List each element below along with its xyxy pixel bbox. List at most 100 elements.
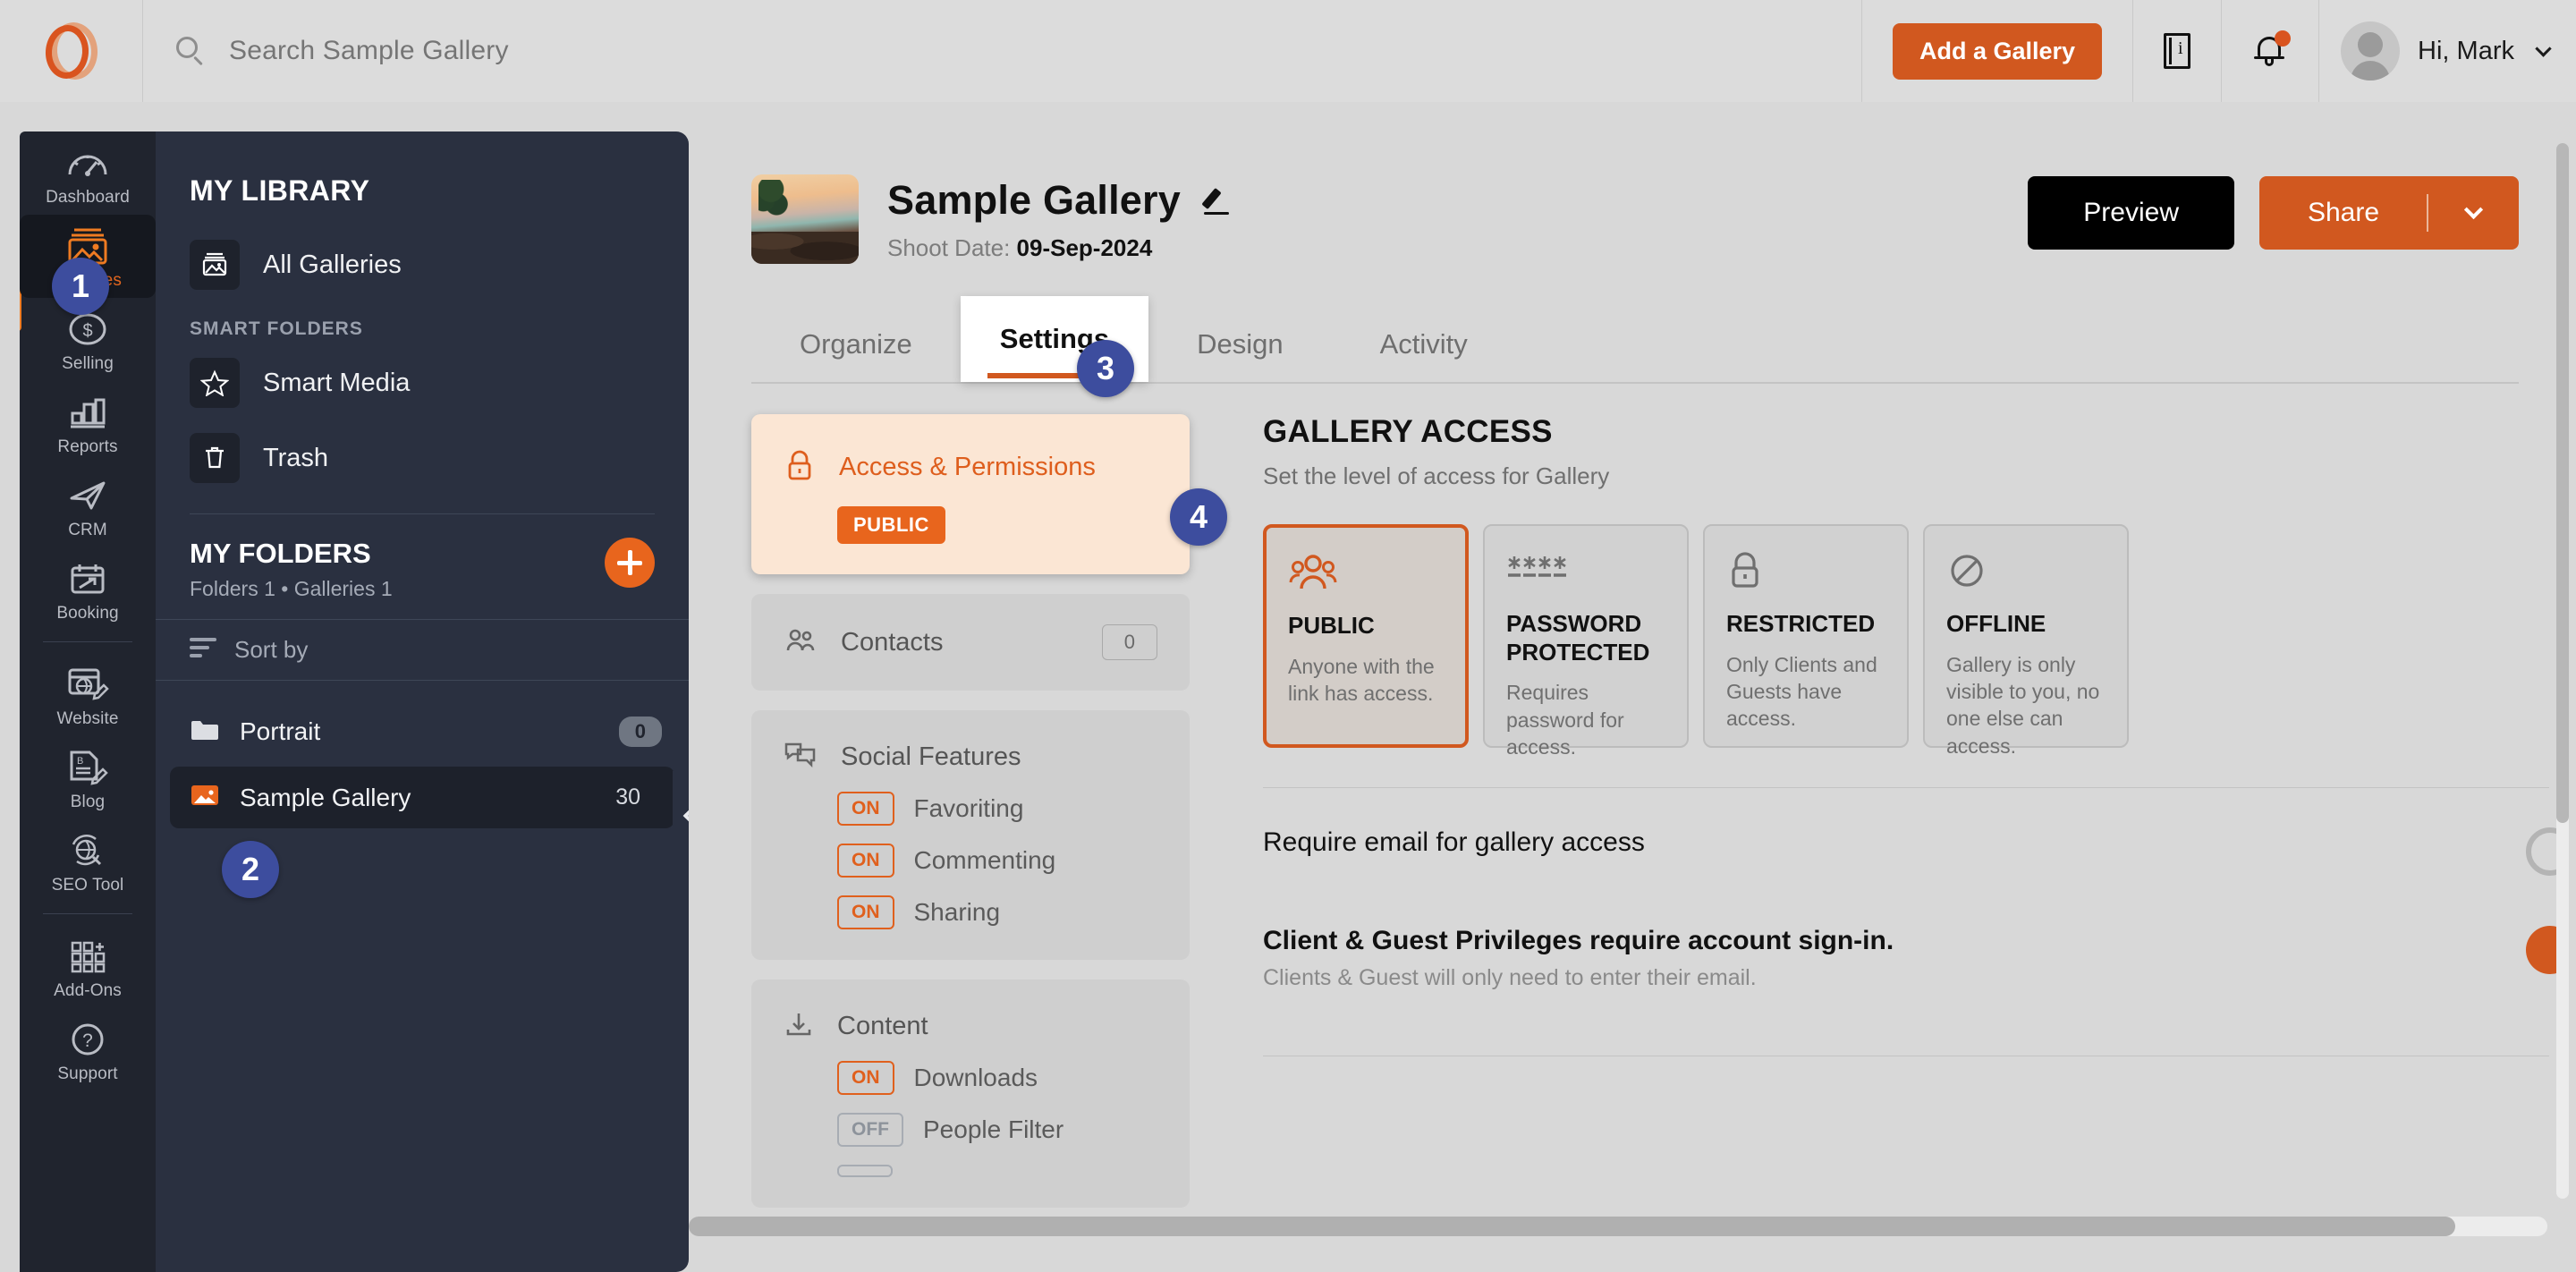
brand-logo[interactable] [0, 0, 143, 102]
library-item-smart-media[interactable]: Smart Media [156, 345, 689, 420]
blog-edit-icon: B [20, 745, 156, 790]
sidebar-item-label: Dashboard [46, 188, 130, 207]
access-card-name: PASSWORD PROTECTED [1506, 610, 1650, 666]
folder-row-portrait[interactable]: Portrait 0 [156, 700, 689, 763]
main-content: Sample Gallery Shoot Date: 09-Sep-2024 P… [689, 131, 2558, 1241]
access-card-restricted[interactable]: RESTRICTED Only Clients and Guests have … [1703, 524, 1909, 748]
book-guide-icon [2164, 33, 2191, 69]
calendar-arrow-icon [20, 556, 156, 601]
share-dropdown-toggle[interactable] [2428, 199, 2518, 223]
vertical-scrollbar[interactable] [2556, 143, 2569, 1199]
toggle-state[interactable]: ON [837, 844, 894, 878]
toggle-state[interactable]: ON [837, 1061, 894, 1095]
gallery-cover-thumbnail [751, 174, 859, 264]
sidebar-item-website[interactable]: Website [20, 653, 156, 736]
grid-plus-icon [20, 934, 156, 979]
library-item-label: Trash [263, 443, 329, 472]
settings-item-access-permissions[interactable]: Access & Permissions PUBLIC [751, 414, 1190, 574]
sidebar-item-booking[interactable]: Booking [20, 547, 156, 631]
sidebar-item-label: Blog [70, 793, 106, 811]
settings-item-content[interactable]: Content ON Downloads OFF People Filter [751, 979, 1190, 1208]
people-group-icon [1288, 553, 1444, 612]
vertical-scrollbar-thumb[interactable] [2556, 143, 2569, 823]
library-item-all-galleries[interactable]: All Galleries [156, 227, 689, 302]
tab-activity[interactable]: Activity [1332, 314, 1516, 375]
horizontal-scrollbar[interactable] [689, 1217, 2547, 1236]
settings-item-label: Contacts [841, 627, 944, 657]
privileges-note: Clients & Guest will only need to enter … [1263, 965, 1757, 990]
toggle-state[interactable]: ON [837, 792, 894, 826]
access-card-name: RESTRICTED [1726, 610, 1876, 637]
library-item-label: All Galleries [263, 250, 402, 279]
image-icon [190, 240, 240, 290]
sidebar-item-dashboard[interactable]: Dashboard [20, 131, 156, 215]
folder-icon [190, 718, 220, 746]
global-search[interactable] [143, 0, 1862, 102]
privileges-toggle[interactable] [2526, 926, 2558, 974]
access-card-password-protected[interactable]: PASSWORD PROTECTED Requires password for… [1483, 524, 1689, 759]
toggle-row-people-filter[interactable]: OFF People Filter [751, 1113, 1190, 1147]
access-card-offline[interactable]: OFFLINE Gallery is only visible to you, … [1923, 524, 2129, 758]
svg-text:$: $ [82, 321, 92, 341]
guide-button[interactable] [2133, 0, 2223, 102]
settings-item-social-features[interactable]: Social Features ON Favoriting ON Comment… [751, 710, 1190, 960]
toggle-row-favoriting[interactable]: ON Favoriting [751, 792, 1190, 826]
sidebar-item-support[interactable]: ? Support [20, 1008, 156, 1091]
share-button[interactable]: Share [2259, 176, 2519, 250]
settings-item-contacts[interactable]: Contacts 0 [751, 594, 1190, 691]
preview-button[interactable]: Preview [2028, 176, 2234, 250]
add-gallery-button[interactable]: Add a Gallery [1892, 22, 2103, 80]
privileges-row: Client & Guest Privileges require accoun… [1263, 876, 2558, 991]
lock-icon [1726, 551, 1885, 610]
my-folders-title: MY FOLDERS [190, 538, 371, 569]
sort-by-control[interactable]: Sort by [156, 619, 689, 681]
privileges-label: Client & Guest Privileges require accoun… [1263, 926, 1894, 955]
search-input[interactable] [229, 36, 801, 66]
toggle-row-sharing[interactable]: ON Sharing [751, 895, 1190, 929]
access-card-public[interactable]: PUBLIC Anyone with the link has access. [1263, 524, 1469, 748]
library-item-trash[interactable]: Trash [156, 420, 689, 496]
sidebar-item-crm[interactable]: CRM [20, 464, 156, 547]
sidebar-item-label: CRM [68, 521, 107, 539]
toggle-label: Commenting [913, 846, 1056, 874]
horizontal-scrollbar-thumb[interactable] [689, 1217, 2455, 1236]
sidebar-item-reports[interactable]: Reports [20, 381, 156, 464]
star-icon [190, 358, 240, 408]
sort-icon [190, 638, 216, 662]
step-badge-3: 3 [1077, 340, 1134, 397]
toggle-row-commenting[interactable]: ON Commenting [751, 844, 1190, 878]
gallery-row-sample-gallery[interactable]: Sample Gallery 30 [170, 767, 674, 828]
shoot-date-label: Shoot Date: [887, 233, 1011, 261]
notifications-button[interactable] [2222, 0, 2320, 102]
toggle-state[interactable]: OFF [837, 1113, 903, 1147]
add-gallery-cell: Add a Gallery [1862, 0, 2134, 102]
tab-organize[interactable]: Organize [751, 314, 961, 375]
sidebar-item-add-ons[interactable]: Add-Ons [20, 925, 156, 1008]
top-bar: Add a Gallery Hi, Mark [0, 0, 2576, 102]
toggle-state[interactable]: ON [837, 895, 894, 929]
toggle-row-downloads[interactable]: ON Downloads [751, 1061, 1190, 1095]
shoot-date-value: 09-Sep-2024 [1016, 233, 1153, 261]
toggle-row-partial[interactable] [751, 1165, 1190, 1177]
user-menu[interactable]: Hi, Mark [2319, 0, 2576, 102]
require-email-toggle[interactable] [2526, 827, 2558, 876]
library-title: MY LIBRARY [190, 174, 370, 207]
sidebar-item-blog[interactable]: B Blog [20, 736, 156, 819]
gallery-thumb-icon [190, 783, 220, 812]
gallery-tabs: Organize Settings Design Activity [689, 296, 2558, 384]
contacts-count: 0 [1101, 624, 1157, 660]
tab-design[interactable]: Design [1148, 314, 1332, 375]
chevron-down-icon [2463, 199, 2483, 220]
access-card-desc: Only Clients and Guests have access. [1726, 652, 1877, 731]
svg-text:B: B [77, 756, 83, 767]
pencil-icon[interactable] [1201, 186, 1231, 215]
gallery-count: 30 [615, 784, 640, 810]
sidebar-item-seo-tool[interactable]: SEO Tool [20, 819, 156, 903]
sidebar-item-label: Website [56, 709, 119, 728]
search-icon [175, 36, 206, 66]
trash-icon [190, 433, 240, 483]
plus-circle-icon[interactable] [605, 538, 655, 588]
share-divider [2427, 194, 2428, 232]
sidebar-item-label: Support [57, 1064, 118, 1083]
toggle-state[interactable] [837, 1165, 893, 1177]
